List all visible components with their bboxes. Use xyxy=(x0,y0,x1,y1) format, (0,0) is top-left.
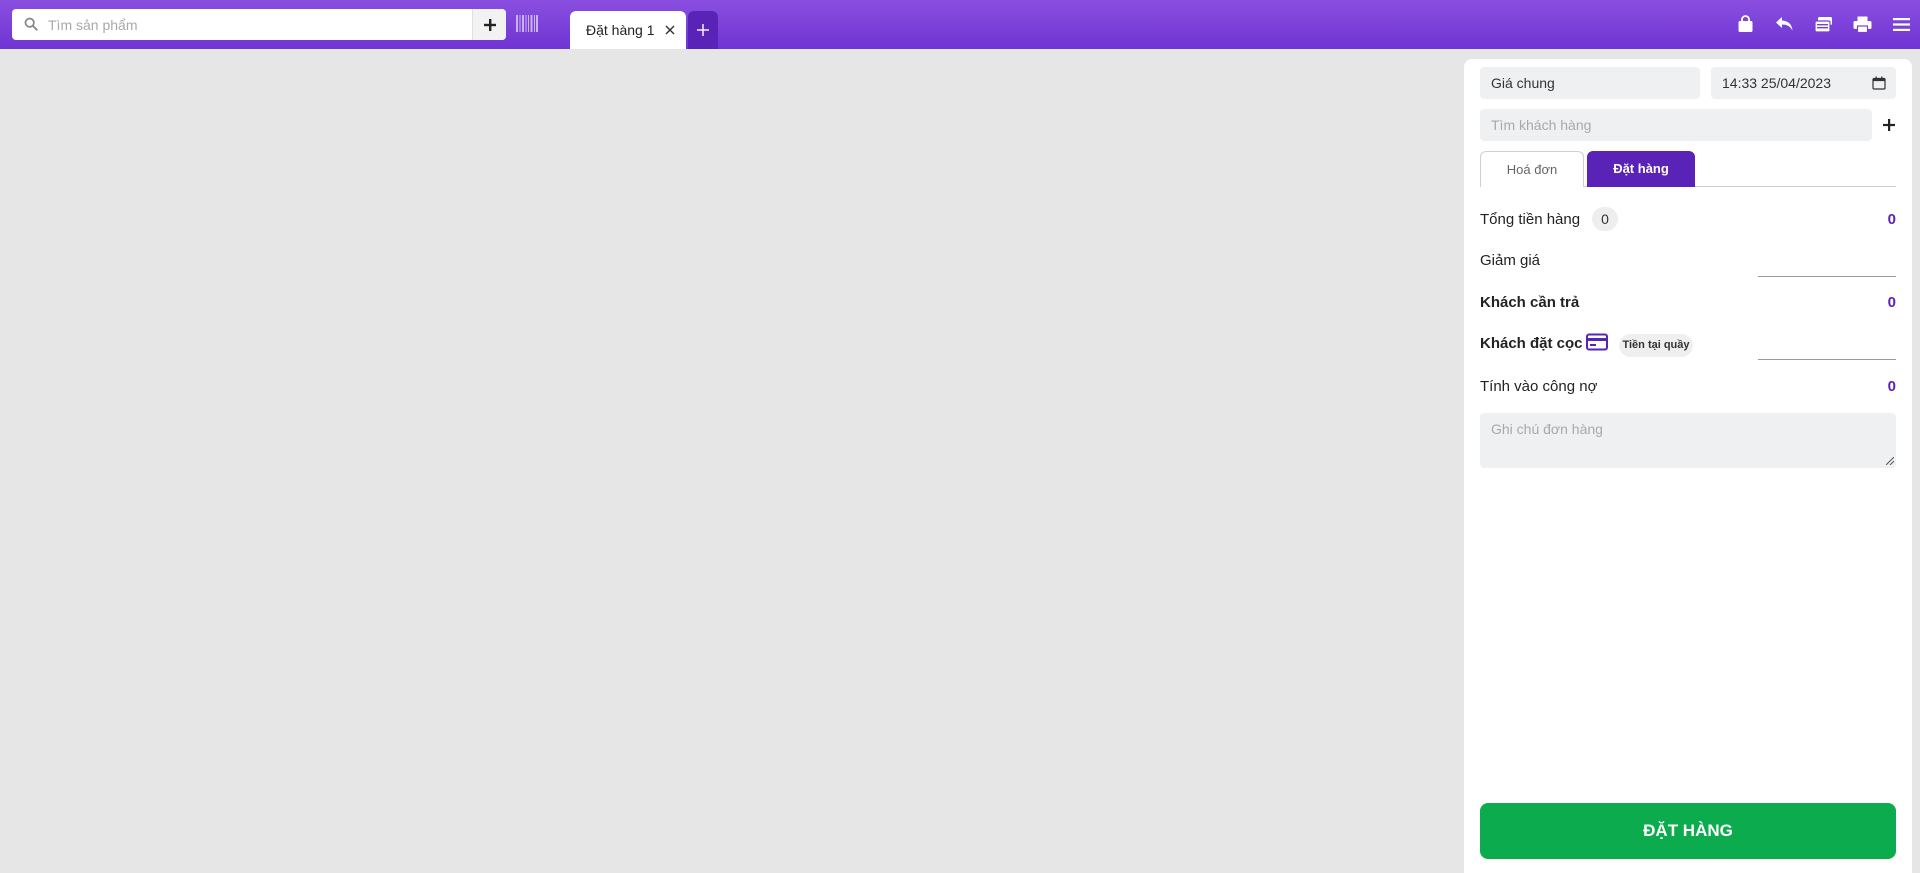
tab-order[interactable]: Đặt hàng xyxy=(1587,151,1695,187)
barcode-icon[interactable] xyxy=(516,15,538,32)
tab-label: Đặt hàng 1 xyxy=(586,22,655,38)
add-tab-button[interactable] xyxy=(688,11,718,49)
datetime-value: 14:33 25/04/2023 xyxy=(1722,75,1831,91)
price-list-select[interactable]: Giá chung xyxy=(1480,67,1700,99)
order-note-input[interactable] xyxy=(1480,413,1896,468)
order-datetime[interactable]: 14:33 25/04/2023 xyxy=(1711,67,1896,99)
order-panel: Giá chung 14:33 25/04/2023 Hoá đơn Đặt h… xyxy=(1464,59,1912,873)
product-search-input[interactable] xyxy=(48,9,480,40)
pay-label: Khách cần trả xyxy=(1480,294,1580,311)
toolbar-icons xyxy=(1734,13,1912,35)
calendar-icon[interactable] xyxy=(1872,76,1886,90)
debt-label: Tính vào công nợ xyxy=(1480,378,1598,395)
tab-order-1[interactable]: Đặt hàng 1 xyxy=(570,11,686,49)
bag-icon[interactable] xyxy=(1734,13,1756,35)
plus-icon xyxy=(483,18,496,31)
product-search-box xyxy=(12,9,506,40)
deposit-input[interactable] xyxy=(1758,359,1896,360)
debt-value: 0 xyxy=(1887,378,1896,395)
menu-icon[interactable] xyxy=(1890,13,1912,35)
credit-card-icon[interactable] xyxy=(1586,333,1608,351)
wallet-icon[interactable] xyxy=(1812,13,1834,35)
plus-icon xyxy=(697,24,709,36)
payment-method-pill[interactable]: Tiền tại quầy xyxy=(1619,334,1693,357)
add-product-button[interactable] xyxy=(472,9,506,40)
discount-input[interactable] xyxy=(1758,276,1896,277)
close-icon[interactable] xyxy=(664,24,676,36)
return-icon[interactable] xyxy=(1773,13,1795,35)
printer-icon[interactable] xyxy=(1851,13,1873,35)
plus-icon xyxy=(1883,119,1895,131)
tab-invoice[interactable]: Hoá đơn xyxy=(1480,151,1584,187)
search-icon xyxy=(24,17,38,31)
top-bar: Đặt hàng 1 xyxy=(0,0,1920,49)
discount-label: Giảm giá xyxy=(1480,252,1541,269)
add-customer-button[interactable] xyxy=(1880,116,1898,134)
total-value: 0 xyxy=(1887,211,1896,228)
pay-value: 0 xyxy=(1887,294,1896,311)
deposit-label: Khách đặt cọc xyxy=(1480,335,1583,352)
item-count-badge: 0 xyxy=(1592,207,1618,231)
total-label: Tổng tiền hàng xyxy=(1480,211,1581,228)
resize-handle-icon[interactable] xyxy=(1886,457,1894,465)
customer-search-input[interactable] xyxy=(1480,109,1872,141)
place-order-button[interactable]: ĐẶT HÀNG xyxy=(1480,803,1896,859)
